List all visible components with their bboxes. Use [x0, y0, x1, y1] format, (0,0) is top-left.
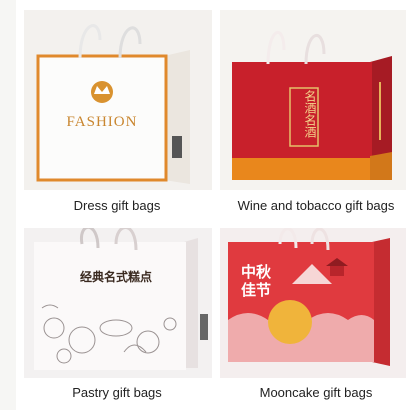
dress-gift-bags-caption: Dress gift bags [73, 198, 161, 213]
pastry-gift-bag-image: 经典名式糕点 [24, 228, 212, 378]
pastry-gift-bags-caption: Pastry gift bags [72, 385, 162, 400]
mooncake-bag-label: 中秋佳节 [240, 264, 271, 299]
qr-code-icon [172, 136, 182, 158]
mooncake-gift-bags-caption: Mooncake gift bags [259, 385, 373, 400]
mooncake-gift-bag-image: 中秋佳节 [220, 228, 406, 378]
wine-bag-label: 名酒名酒 [303, 90, 317, 138]
moon-icon [268, 300, 312, 344]
wine-tobacco-gift-bag-image: 名酒名酒 [220, 10, 406, 190]
product-grid: FASHION Dress gift bags 名酒名酒 Wine and to… [16, 0, 414, 410]
dress-bag-brand: FASHION [66, 114, 138, 130]
dress-gift-bag-image: FASHION [24, 10, 212, 190]
wine-tobacco-gift-bags-caption: Wine and tobacco gift bags [237, 198, 395, 213]
pastry-bag-label: 经典名式糕点 [79, 270, 152, 284]
